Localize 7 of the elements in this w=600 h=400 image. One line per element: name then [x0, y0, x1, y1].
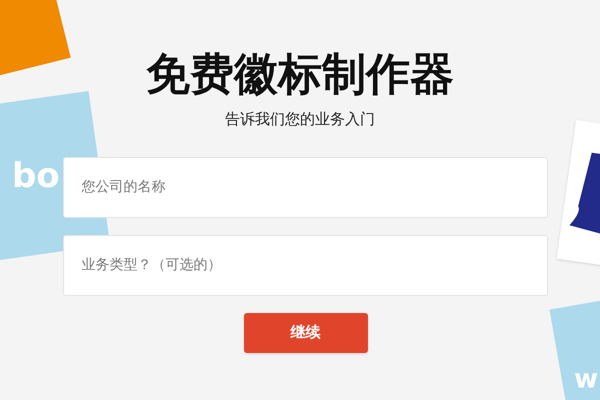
logo-text: bo [12, 155, 60, 198]
text-field[interactable]: 业务类型？（可选的） [62, 234, 548, 296]
continue-button[interactable]: 继续 [244, 312, 368, 352]
subtitle: 告诉我们您的业务入门 [225, 109, 375, 130]
text-field[interactable]: 您公司的名称 [62, 156, 548, 218]
page-title: 免费徽标制作器 [146, 48, 454, 102]
logo-text: w [574, 364, 598, 394]
